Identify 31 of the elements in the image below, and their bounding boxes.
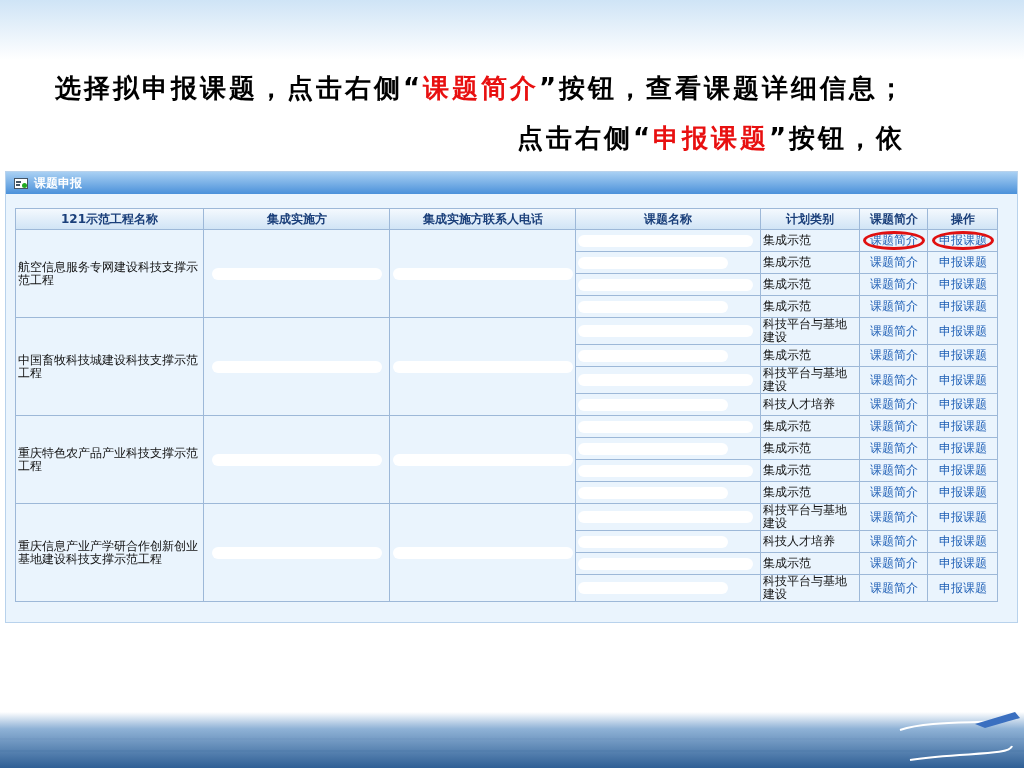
column-header: 集成实施方 <box>203 208 390 230</box>
instruction-text: 选择拟申报课题，点击右侧“课题简介”按钮，查看课题详细信息； <box>55 72 909 104</box>
table-cell: 重庆特色农产品产业科技支撑示范工程 <box>18 445 198 473</box>
table-cell: 科技人才培养 <box>763 534 835 548</box>
column-header: 课题名称 <box>575 208 761 230</box>
table-cell: 科技人才培养 <box>763 397 835 411</box>
table-cell: 集成示范 <box>763 233 811 247</box>
table-cell: 重庆信息产业产学研合作创新创业基地建设科技支撑示范工程 <box>18 538 198 566</box>
table-cell: 集成示范 <box>763 277 811 291</box>
table-cell: 科技平台与基地建设 <box>763 317 847 344</box>
table-cell: 集成示范 <box>763 299 811 313</box>
column-header: 课题简介 <box>859 208 928 230</box>
table-cell: 集成示范 <box>763 255 811 269</box>
panel-title: 课题申报 <box>34 175 82 192</box>
table-cell: 集成示范 <box>763 463 811 477</box>
table-cell: 科技平台与基地建设 <box>763 503 847 530</box>
table-cell: 集成示范 <box>763 419 811 433</box>
column-header: 操作 <box>927 208 998 230</box>
table-cell: 集成示范 <box>763 348 811 362</box>
table-cell: 航空信息服务专网建设科技支撑示范工程 <box>18 259 198 287</box>
form-icon <box>14 177 28 189</box>
table-cell: 科技平台与基地建设 <box>763 574 847 601</box>
instruction-text: 点击右侧“申报课题”按钮，依 <box>517 122 907 154</box>
table-cell: 集成示范 <box>763 556 811 570</box>
table-cell: 科技平台与基地建设 <box>763 366 847 393</box>
table-cell: 集成示范 <box>763 441 811 455</box>
column-header: 121示范工程名称 <box>15 208 204 230</box>
table-cell: 集成示范 <box>763 485 811 499</box>
column-header: 计划类别 <box>760 208 860 230</box>
column-header: 集成实施方联系人电话 <box>389 208 576 230</box>
table-cell: 中国畜牧科技城建设科技支撑示范工程 <box>18 352 198 380</box>
